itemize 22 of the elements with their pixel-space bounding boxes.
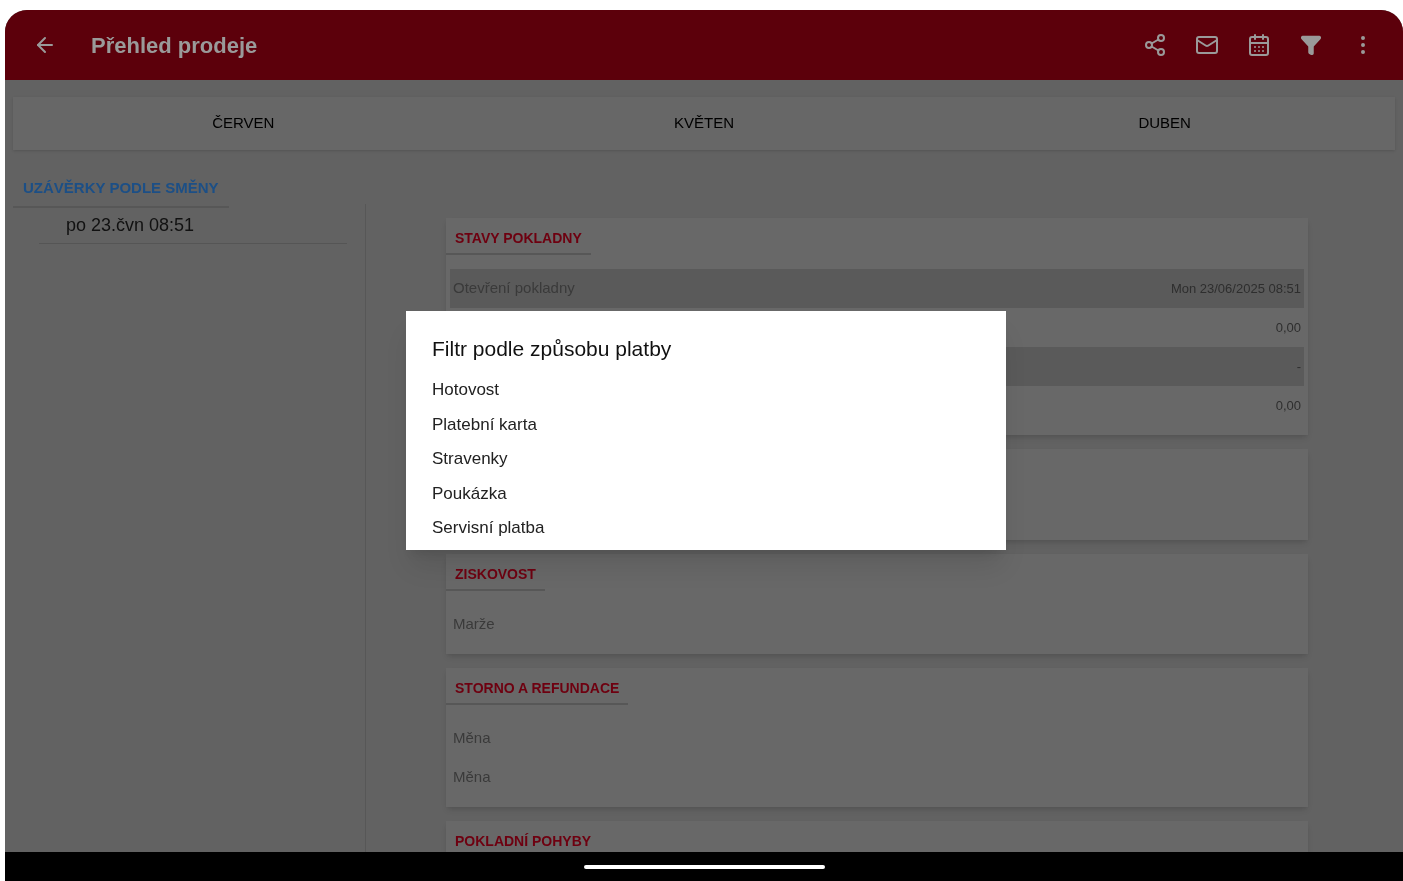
dialog-title: Filtr podle způsobu platby (432, 336, 673, 362)
payment-option[interactable]: Hotovost (432, 372, 980, 408)
month-tab[interactable]: KVĚTEN (473, 97, 935, 150)
filter-icon[interactable] (1299, 33, 1323, 57)
card-title: ZISKOVOST (446, 554, 545, 591)
card-title: STORNO A REFUNDACE (446, 668, 629, 705)
card-title: STAVY POKLADNY (446, 218, 591, 255)
month-tab[interactable]: DUBEN (934, 97, 1395, 150)
calendar-icon[interactable] (1247, 33, 1271, 57)
mail-icon[interactable] (1195, 33, 1219, 57)
month-tab[interactable]: ČERVEN (13, 97, 474, 150)
row-value: - (1296, 357, 1301, 376)
payment-option[interactable]: Servisní platba (432, 510, 980, 546)
home-indicator[interactable] (583, 864, 825, 869)
screen-title: Přehled prodeje (91, 31, 258, 60)
row-value: 0,00 (1275, 318, 1301, 337)
payment-option[interactable]: Platební karta (432, 407, 980, 442)
payment-option[interactable]: Poukázka (432, 476, 980, 511)
section-heading: UZÁVĚRKY PODLE SMĚNY (13, 177, 229, 208)
share-icon[interactable] (1143, 33, 1167, 57)
row-value: 0,00 (1275, 396, 1301, 415)
payment-option[interactable]: Stravenky (432, 441, 980, 477)
